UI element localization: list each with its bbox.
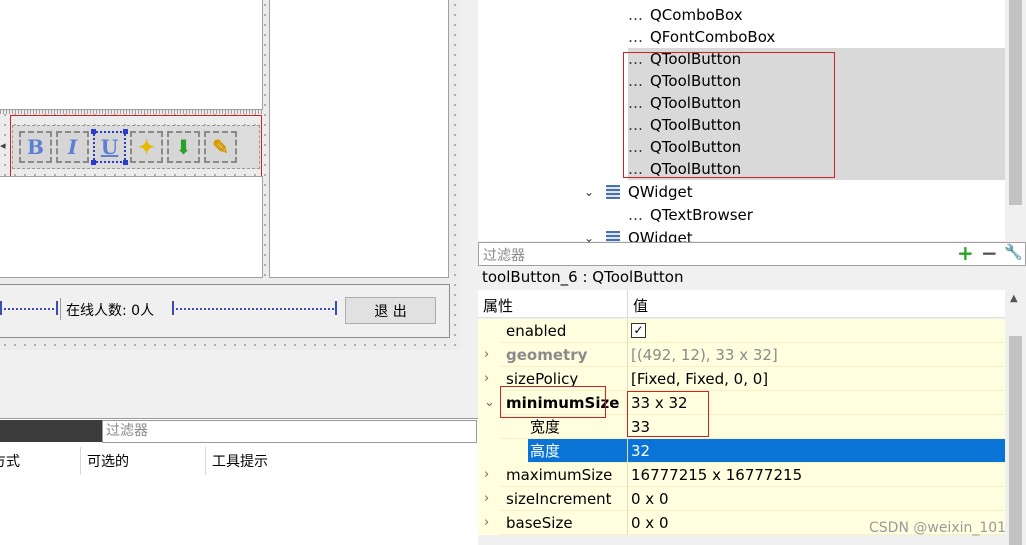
remove-property-icon[interactable]: −	[981, 243, 998, 263]
row-gutter	[478, 415, 500, 439]
property-row-enabled[interactable]: enabled ✓	[478, 319, 1005, 343]
property-name: baseSize	[506, 514, 573, 532]
property-name: geometry	[506, 346, 588, 364]
scroll-left-icon[interactable]: ◂	[0, 139, 6, 152]
property-value[interactable]: 0 x 0	[631, 487, 669, 511]
property-row-sub[interactable]: 宽度 33	[478, 415, 1005, 439]
property-row-maximumsize[interactable]: › maximumSize 16777215 x 16777215	[478, 463, 1005, 487]
expand-chevron-icon[interactable]: ›	[484, 343, 489, 367]
property-filter-bar: 过滤器	[478, 242, 1026, 266]
row-gutter	[478, 319, 500, 343]
tree-branch-line: …	[628, 6, 643, 24]
row-gutter	[478, 439, 528, 463]
header-divider	[627, 290, 628, 318]
online-count-label: 在线人数: 0人	[66, 303, 155, 319]
property-row-sub[interactable]: 高度 32	[478, 439, 1005, 463]
column-divider	[627, 439, 628, 463]
property-name: enabled	[506, 322, 567, 340]
property-filter-input[interactable]: 过滤器	[483, 245, 525, 265]
selected-object-title: toolButton_6 : QToolButton	[478, 266, 1026, 289]
column-header-mode[interactable]: 方式	[0, 451, 20, 471]
annotation-box-toolbar	[10, 115, 262, 185]
expand-chevron-icon[interactable]: ⌄	[584, 181, 594, 203]
property-name: 宽度	[530, 418, 561, 436]
property-name: maximumSize	[506, 466, 613, 484]
property-value[interactable]: [(492, 12), 33 x 32]	[631, 343, 778, 367]
column-header-checkable[interactable]: 可选的	[87, 451, 129, 471]
watermark: CSDN @weixin_101	[869, 520, 1007, 536]
column-divider	[627, 511, 628, 535]
divider	[60, 298, 61, 320]
property-value[interactable]: 32	[631, 439, 650, 463]
tree-item-qcombobox[interactable]: … QComboBox	[628, 4, 1006, 26]
property-row-sizeincrement[interactable]: › sizeIncrement 0 x 0	[478, 487, 1005, 511]
scrollbar-thumb[interactable]	[1009, 336, 1022, 545]
column-divider	[627, 343, 628, 367]
tree-item-qtextbrowser[interactable]: … QTextBrowser	[628, 204, 1006, 226]
annotation-box-minimumsize	[500, 386, 606, 418]
property-value[interactable]: [Fixed, Fixed, 0, 0]	[631, 367, 768, 391]
add-property-icon[interactable]: +	[957, 243, 974, 263]
expand-chevron-icon[interactable]: ›	[484, 463, 489, 487]
layout-border	[0, 110, 263, 114]
tree-branch-line: …	[628, 206, 643, 224]
tree-item-label: QWidget	[628, 183, 693, 201]
tree-item-label: QFontComboBox	[650, 28, 776, 46]
user-list-panel[interactable]	[269, 0, 449, 278]
horizontal-spacer-right[interactable]	[172, 301, 337, 315]
tree-item-label: QTextBrowser	[650, 206, 753, 224]
action-filter-input[interactable]: 过滤器	[102, 420, 477, 443]
tree-item-qfontcombobox[interactable]: … QFontComboBox	[628, 26, 1006, 48]
column-divider	[627, 367, 628, 391]
property-name: sizeIncrement	[506, 490, 612, 508]
column-divider	[627, 319, 628, 343]
enabled-checkbox[interactable]: ✓	[631, 323, 646, 338]
property-name: 高度	[530, 442, 561, 460]
annotation-box-tree	[623, 52, 835, 178]
scroll-up-icon[interactable]: ▲	[1010, 293, 1018, 304]
property-value[interactable]: 0 x 0	[631, 511, 669, 535]
column-divider	[627, 487, 628, 511]
header-value[interactable]: 值	[633, 295, 648, 316]
exit-button[interactable]: 退 出	[345, 297, 436, 324]
column-header-tooltip[interactable]: 工具提示	[212, 451, 268, 471]
property-table-header: 属性 值	[478, 290, 1005, 318]
tree-item-qwidget[interactable]: ⌄ QWidget	[582, 181, 1006, 203]
column-divider	[80, 447, 81, 475]
header-property[interactable]: 属性	[483, 295, 513, 316]
collapse-chevron-icon[interactable]: ⌄	[484, 391, 495, 415]
annotation-box-values	[627, 391, 709, 437]
expand-chevron-icon[interactable]: ›	[484, 487, 489, 511]
layout-vertical-icon	[606, 185, 620, 199]
expand-chevron-icon[interactable]: ›	[484, 511, 489, 535]
property-scrollbar[interactable]: ▲	[1005, 290, 1026, 545]
horizontal-spacer-left[interactable]	[0, 301, 58, 315]
chat-display-browser[interactable]	[0, 0, 263, 110]
configure-wrench-icon[interactable]: 🔧	[1004, 243, 1023, 261]
property-value[interactable]: 16777215 x 16777215	[631, 463, 802, 487]
property-row-geometry[interactable]: › geometry [(492, 12), 33 x 32]	[478, 343, 1005, 367]
column-divider	[205, 447, 206, 475]
message-input-area[interactable]	[0, 176, 263, 278]
tree-scrollbar[interactable]	[1005, 0, 1026, 241]
column-divider	[627, 463, 628, 487]
expand-chevron-icon[interactable]: ›	[484, 367, 489, 391]
scrollbar-thumb[interactable]	[1009, 0, 1022, 205]
panel-title-bar	[0, 420, 102, 442]
tree-branch-line: …	[628, 28, 643, 46]
tree-item-label: QComboBox	[650, 6, 743, 24]
